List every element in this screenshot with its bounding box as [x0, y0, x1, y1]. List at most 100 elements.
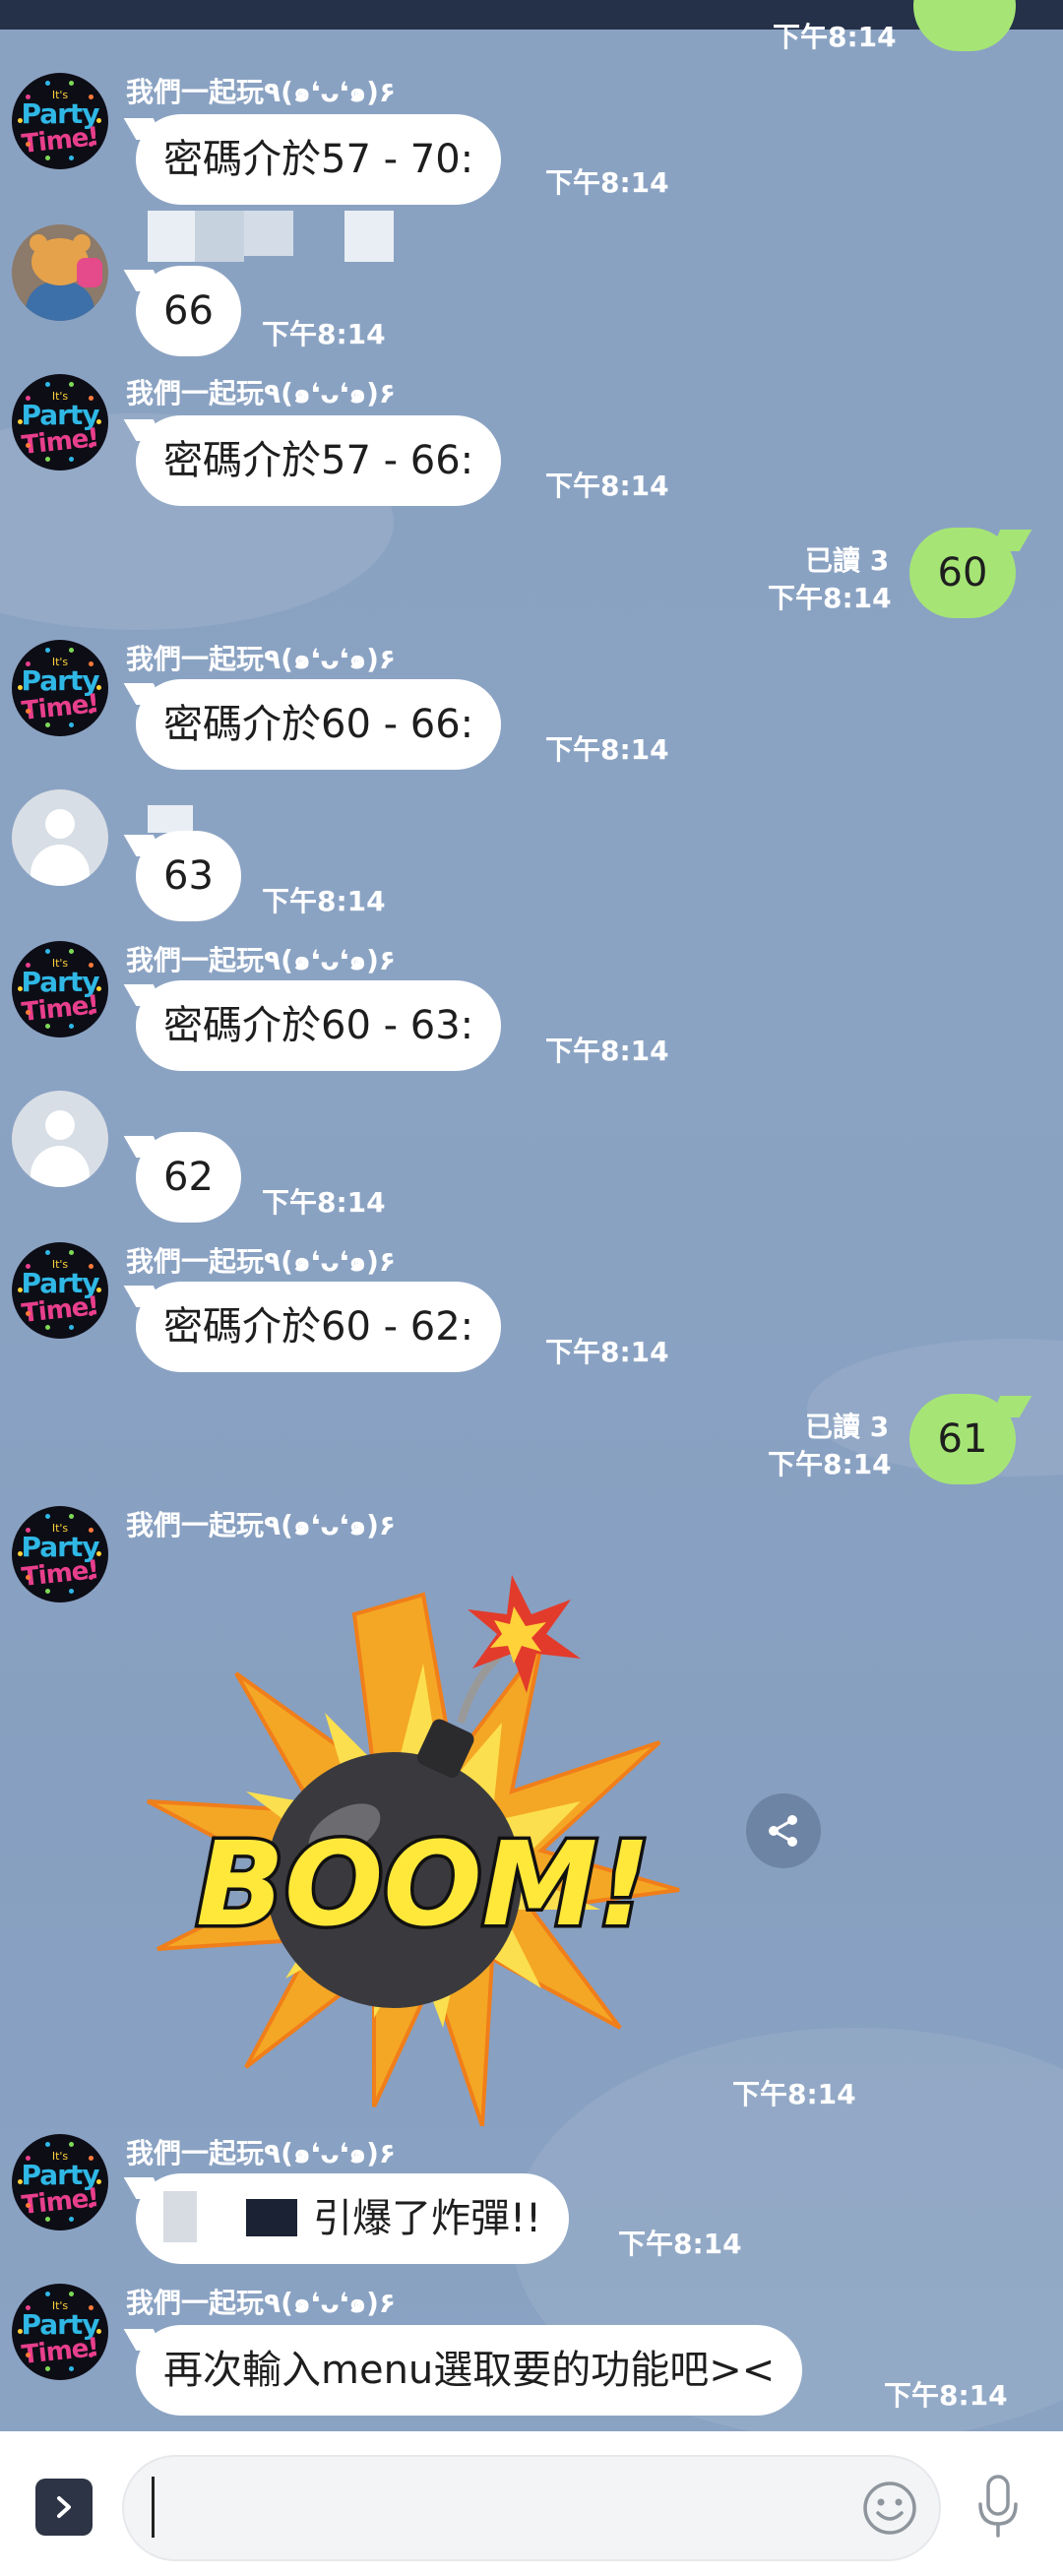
message-time: 下午8:14	[768, 582, 892, 614]
user-avatar[interactable]	[12, 1091, 108, 1187]
confetti-dot	[69, 1589, 75, 1595]
confetti-dot	[25, 442, 31, 448]
bot-avatar[interactable]: It's Party Time!	[12, 1242, 108, 1339]
confetti-dot	[89, 1009, 94, 1015]
incoming-bubble[interactable]: 66	[136, 266, 241, 356]
confetti-dot	[44, 381, 50, 387]
confetti-dot	[44, 2366, 50, 2372]
confetti-dot	[69, 80, 75, 86]
bot-avatar[interactable]: It's Party Time!	[12, 941, 108, 1037]
sender-name: 我們一起玩٩(๑❛ᴗ❛๑)۶	[126, 643, 396, 675]
incoming-bubble[interactable]: 再次輸入menu選取要的功能吧><	[136, 2325, 803, 2416]
confetti-dot	[25, 2202, 31, 2208]
bot-avatar[interactable]: It's Party Time!	[12, 640, 108, 736]
bot-avatar[interactable]: It's Party Time!	[12, 1506, 108, 1602]
confetti-dot	[44, 723, 50, 728]
incoming-bubble[interactable]: 密碼介於60 - 62:	[136, 1282, 502, 1372]
confetti-dot	[44, 2217, 50, 2223]
outgoing-bubble-partial[interactable]	[913, 0, 1016, 51]
sender-name: 我們一起玩٩(๑❛ᴗ❛๑)۶	[126, 944, 396, 976]
user-avatar[interactable]	[12, 224, 108, 321]
bot-avatar[interactable]: It's Party Time!	[12, 374, 108, 471]
share-icon	[769, 1815, 797, 1847]
sender-name: 我們一起玩٩(๑❛ᴗ❛๑)۶	[126, 377, 396, 409]
sender-name: 我們一起玩٩(๑❛ᴗ❛๑)۶	[126, 2137, 396, 2169]
confetti-dot	[96, 1288, 101, 1292]
bot-avatar[interactable]: It's Party Time!	[12, 2284, 108, 2380]
user-avatar[interactable]	[12, 789, 108, 886]
confetti-dot	[44, 2141, 50, 2147]
confetti-dot	[25, 2352, 31, 2357]
boom-sticker[interactable]: BOOM!	[128, 1536, 719, 2126]
message-time: 下午8:14	[545, 1035, 669, 1067]
read-receipt: 已讀 3	[805, 1411, 890, 1443]
confetti-dot	[69, 1249, 75, 1255]
confetti-dot	[44, 1325, 50, 1331]
confetti-dot	[44, 457, 50, 463]
confetti-dot	[44, 156, 50, 161]
expand-menu-button[interactable]	[35, 2479, 93, 2536]
message-time: 下午8:14	[262, 885, 386, 917]
message-time: 下午8:14	[732, 2078, 856, 2110]
confetti-dot	[89, 2202, 94, 2208]
incoming-bubble[interactable]: 63	[136, 831, 241, 921]
bot-avatar[interactable]: It's Party Time!	[12, 2134, 108, 2230]
confetti-dot	[69, 1024, 75, 1030]
incoming-bubble[interactable]: 引爆了炸彈!!	[136, 2173, 570, 2264]
smiley-icon[interactable]	[860, 2479, 919, 2538]
confetti-dot	[44, 948, 50, 954]
confetti-dot	[69, 2217, 75, 2223]
text-cursor	[152, 2477, 155, 2538]
share-button[interactable]	[746, 1793, 821, 1868]
outgoing-bubble[interactable]: 61	[909, 1394, 1016, 1484]
confetti-dot	[89, 2352, 94, 2357]
message-time: 下午8:14	[545, 733, 669, 766]
bot-avatar[interactable]: It's Party Time!	[12, 73, 108, 169]
confetti-dot	[89, 1574, 94, 1580]
confetti-dot	[44, 1249, 50, 1255]
confetti-dot	[96, 2179, 101, 2184]
confetti-dot	[69, 2141, 75, 2147]
confetti-dot	[18, 1551, 23, 1556]
incoming-bubble[interactable]: 62	[136, 1132, 241, 1223]
confetti-dot	[69, 2291, 75, 2296]
sticker-text: BOOM!	[196, 1816, 651, 1952]
sender-name: 我們一起玩٩(๑❛ᴗ❛๑)۶	[126, 76, 396, 108]
chevron-right-icon	[57, 2496, 71, 2518]
confetti-dot	[18, 2329, 23, 2334]
sender-name: 我們一起玩٩(๑❛ᴗ❛๑)۶	[126, 1245, 396, 1278]
confetti-dot	[69, 1513, 75, 1519]
confetti-dot	[44, 1513, 50, 1519]
incoming-bubble[interactable]: 密碼介於60 - 63:	[136, 980, 502, 1071]
microphone-icon[interactable]	[970, 2473, 1026, 2542]
confetti-dot	[44, 80, 50, 86]
message-time: 下午8:14	[545, 470, 669, 502]
incoming-bubble[interactable]: 密碼介於60 - 66:	[136, 679, 502, 770]
confetti-dot	[96, 419, 101, 424]
confetti-dot	[25, 708, 31, 714]
confetti-dot	[25, 1310, 31, 1316]
confetti-dot	[89, 141, 94, 147]
confetti-dot	[18, 118, 23, 123]
confetti-dot	[44, 647, 50, 653]
message-input[interactable]	[122, 2455, 941, 2561]
confetti-dot	[96, 2329, 101, 2334]
chat-screen: 下午8:14 It's Party Time! 我們一起玩٩(๑❛ᴗ❛๑)۶ 密…	[0, 0, 1063, 2576]
confetti-dot	[96, 685, 101, 690]
outgoing-bubble[interactable]: 60	[909, 528, 1016, 618]
message-time: 下午8:14	[545, 1336, 669, 1368]
message-time: 下午8:14	[884, 2379, 1008, 2412]
confetti-dot	[69, 1325, 75, 1331]
message-time: 下午8:14	[773, 21, 897, 53]
confetti-dot	[69, 381, 75, 387]
message-time: 下午8:14	[262, 318, 386, 350]
confetti-dot	[69, 457, 75, 463]
confetti-dot	[96, 986, 101, 991]
message-time: 下午8:14	[545, 166, 669, 199]
incoming-bubble[interactable]: 密碼介於57 - 66:	[136, 415, 502, 506]
confetti-dot	[18, 419, 23, 424]
confetti-dot	[25, 1574, 31, 1580]
sender-name: 我們一起玩٩(๑❛ᴗ❛๑)۶	[126, 2287, 396, 2319]
incoming-bubble[interactable]: 密碼介於57 - 70:	[136, 114, 502, 205]
confetti-dot	[96, 1551, 101, 1556]
